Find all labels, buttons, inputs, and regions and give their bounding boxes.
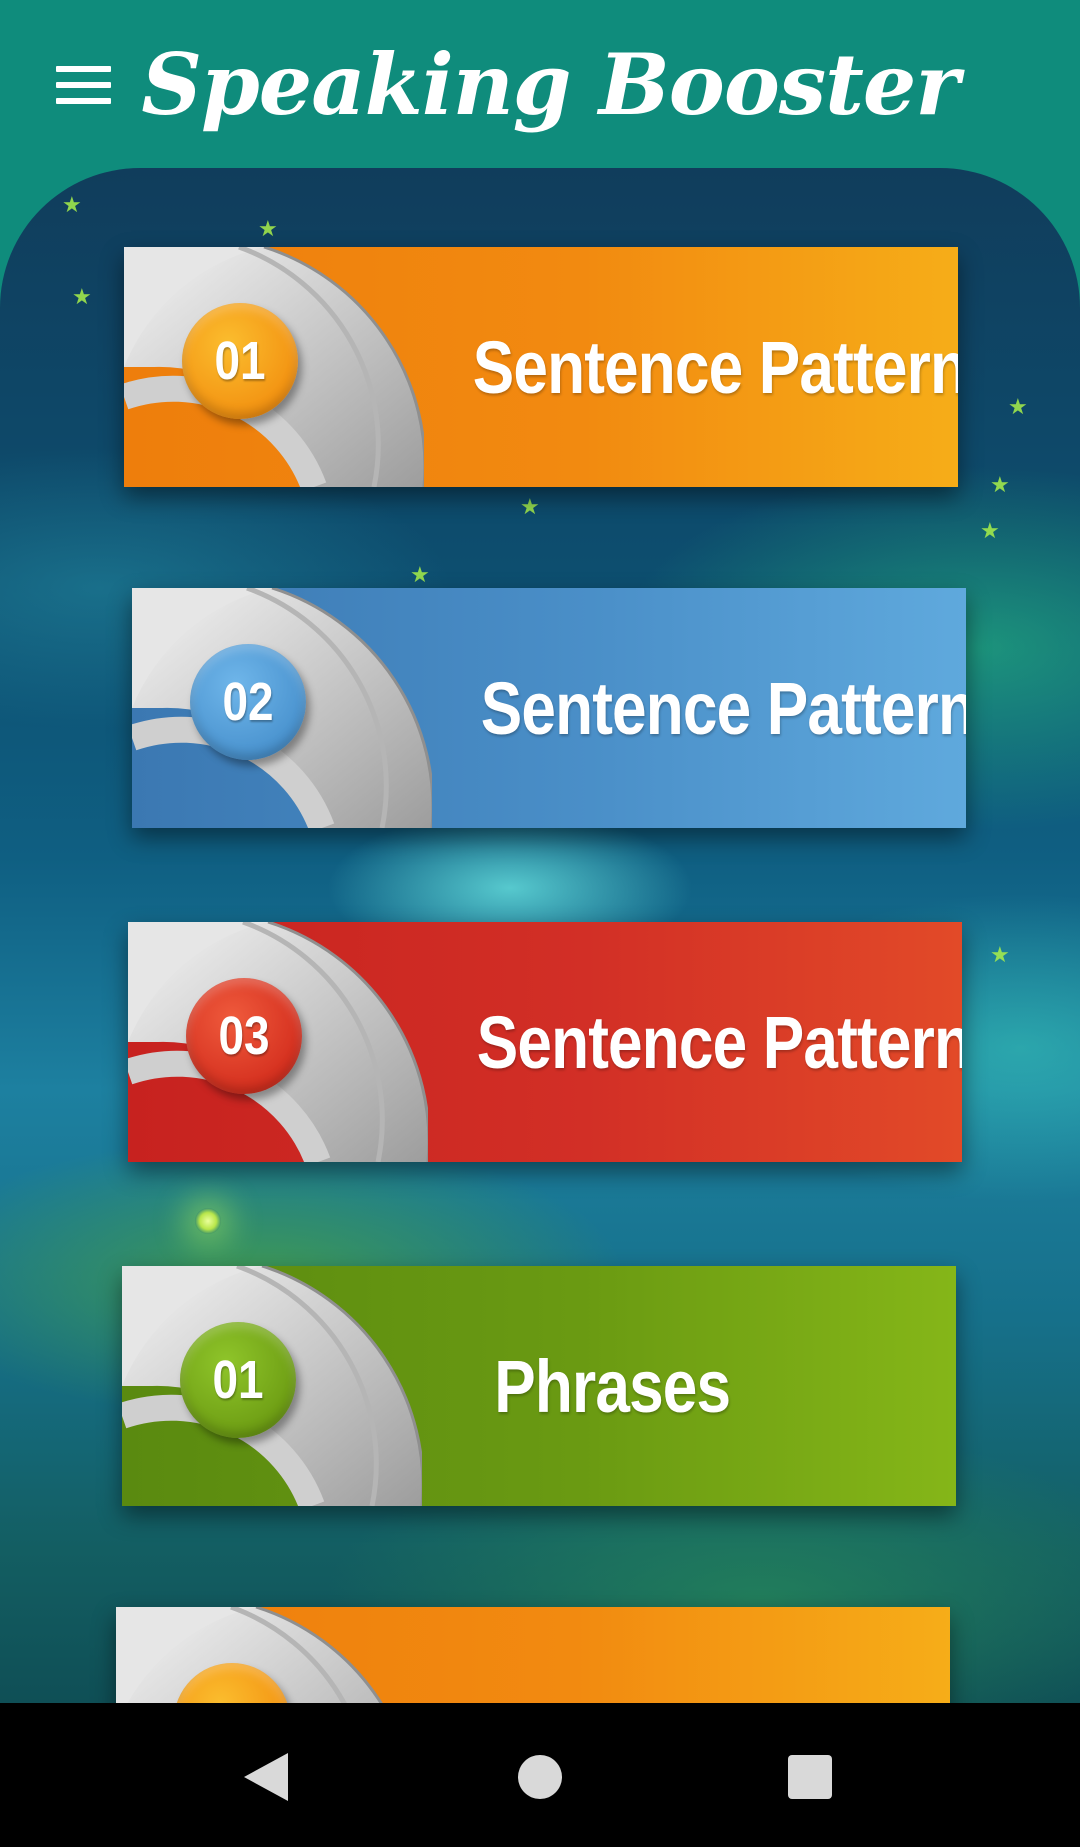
badge-number: 01	[214, 331, 266, 391]
number-badge: 02	[190, 644, 306, 760]
number-badge: 01	[182, 303, 298, 419]
card-label: Sentence Patterns	[476, 1000, 962, 1084]
content-area[interactable]: ★ ★ ★ ★ ★ ★ ★ ★ ★ 01 Sentence Patterns 0…	[0, 168, 1080, 1703]
card-label: Sentence Patterns	[472, 325, 958, 409]
nav-back-button[interactable]	[228, 1737, 308, 1817]
recents-square-icon	[788, 1755, 832, 1799]
card-label: Phrases	[494, 1344, 731, 1428]
app-bar: Speaking Booster	[0, 0, 1080, 168]
list-item-phrases-01[interactable]: 01 Phrases	[122, 1266, 956, 1506]
badge-number: 03	[218, 1006, 270, 1066]
nav-home-button[interactable]	[500, 1737, 580, 1817]
list-item-sentence-patterns-03[interactable]: 03 Sentence Patterns	[128, 922, 962, 1162]
badge-number: 01	[212, 1350, 264, 1410]
back-triangle-icon	[244, 1753, 288, 1801]
number-badge: 01	[180, 1322, 296, 1438]
badge-number: 02	[222, 672, 274, 732]
card-label	[416, 1607, 938, 1703]
number-badge: 03	[186, 978, 302, 1094]
list-item-sentence-patterns-02[interactable]: 02 Sentence Patterns	[132, 588, 966, 828]
app-screen: Speaking Booster ★ ★ ★ ★ ★ ★ ★ ★ ★ 01 Se…	[0, 0, 1080, 1847]
home-circle-icon	[518, 1755, 562, 1799]
card-label: Sentence Patterns	[480, 666, 966, 750]
list-item-sentence-patterns-01[interactable]: 01 Sentence Patterns	[124, 247, 958, 487]
nav-recents-button[interactable]	[770, 1737, 850, 1817]
list-item-partial[interactable]	[116, 1607, 950, 1703]
app-title: Speaking Booster	[141, 35, 959, 134]
system-navigation-bar	[0, 1703, 1080, 1847]
